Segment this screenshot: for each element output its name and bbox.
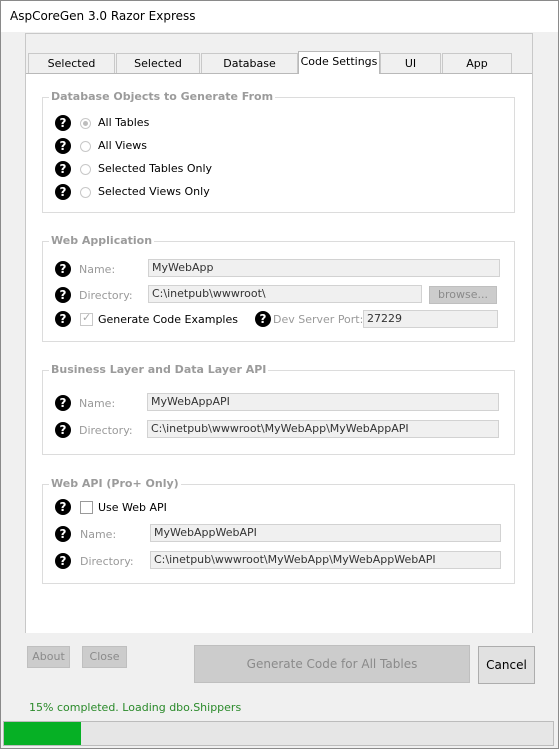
- db-objects-group-title: Database Objects to Generate From: [49, 90, 276, 103]
- question-circle-icon[interactable]: ?: [255, 311, 271, 327]
- question-circle-icon[interactable]: ?: [55, 499, 71, 515]
- use-web-api-label[interactable]: Use Web API: [98, 501, 167, 514]
- web-app-name-label: Name:: [79, 263, 116, 276]
- radio-all-views-label[interactable]: All Views: [98, 139, 147, 152]
- progress-bar: [3, 721, 554, 746]
- business-layer-directory-field[interactable]: C:\inetpub\wwwroot\MyWebApp\MyWebAppAPI: [147, 420, 499, 438]
- web-app-name-field[interactable]: MyWebApp: [148, 259, 500, 277]
- business-layer-group: [42, 370, 515, 455]
- radio-all-tables-label[interactable]: All Tables: [98, 116, 149, 129]
- question-circle-icon[interactable]: ?: [55, 138, 71, 154]
- generate-code-examples-label[interactable]: Generate Code Examples: [98, 313, 238, 326]
- question-circle-icon[interactable]: ?: [55, 287, 71, 303]
- radio-all-views[interactable]: [80, 141, 91, 152]
- tab-database-settings[interactable]: Database Settings: [201, 53, 298, 89]
- tab-ui-settings[interactable]: UI Settings: [380, 53, 441, 89]
- status-text: 15% completed. Loading dbo.Shippers: [29, 701, 242, 714]
- question-circle-icon[interactable]: ?: [55, 553, 71, 569]
- radio-all-tables[interactable]: [80, 118, 91, 129]
- question-circle-icon[interactable]: ?: [55, 161, 71, 177]
- question-circle-icon[interactable]: ?: [55, 311, 71, 327]
- tab-app-settings[interactable]: App Settings: [442, 53, 512, 89]
- dev-server-port-field[interactable]: 27229: [363, 310, 498, 328]
- web-api-directory-field[interactable]: C:\inetpub\wwwroot\MyWebApp\MyWebAppWebA…: [150, 551, 501, 569]
- about-button[interactable]: About: [27, 646, 70, 668]
- tab-selected-views[interactable]: Selected Views: [116, 53, 200, 89]
- question-circle-icon[interactable]: ?: [55, 526, 71, 542]
- close-button[interactable]: Close: [82, 646, 127, 668]
- web-api-directory-label: Directory:: [80, 555, 134, 568]
- web-app-group-title: Web Application: [49, 234, 155, 247]
- use-web-api-checkbox[interactable]: [80, 501, 93, 514]
- radio-selected-tables-label[interactable]: Selected Tables Only: [98, 162, 212, 175]
- generate-code-examples-checkbox[interactable]: [80, 311, 93, 326]
- business-layer-directory-label: Directory:: [79, 424, 133, 437]
- browse-button[interactable]: browse...: [429, 286, 497, 304]
- dev-server-port-label: Dev Server Port:: [273, 313, 364, 326]
- radio-selected-views[interactable]: [80, 187, 91, 198]
- title-bar: AspCoreGen 3.0 Razor Express: [1, 1, 558, 32]
- question-circle-icon[interactable]: ?: [55, 261, 71, 277]
- question-circle-icon[interactable]: ?: [55, 115, 71, 131]
- web-app-directory-label: Directory:: [79, 289, 133, 302]
- tab-code-settings[interactable]: Code Settings: [298, 51, 380, 74]
- radio-selected-views-label[interactable]: Selected Views Only: [98, 185, 210, 198]
- tab-selected-tables[interactable]: Selected Tables: [28, 53, 115, 89]
- business-layer-name-field[interactable]: MyWebAppAPI: [147, 393, 499, 411]
- generate-code-button[interactable]: Generate Code for All Tables: [194, 645, 470, 683]
- progress-fill: [4, 722, 81, 745]
- question-circle-icon[interactable]: ?: [55, 422, 71, 438]
- web-api-name-field[interactable]: MyWebAppWebAPI: [150, 524, 501, 542]
- business-layer-group-title: Business Layer and Data Layer API: [49, 363, 269, 376]
- web-app-directory-field[interactable]: C:\inetpub\wwwroot\: [148, 285, 422, 303]
- business-layer-name-label: Name:: [79, 397, 116, 410]
- question-circle-icon[interactable]: ?: [55, 184, 71, 200]
- web-api-group-title: Web API (Pro+ Only): [49, 477, 181, 490]
- window-title: AspCoreGen 3.0 Razor Express: [10, 9, 196, 23]
- radio-selected-tables[interactable]: [80, 164, 91, 175]
- web-api-name-label: Name:: [80, 528, 117, 541]
- cancel-button[interactable]: Cancel: [478, 646, 535, 684]
- question-circle-icon[interactable]: ?: [55, 395, 71, 411]
